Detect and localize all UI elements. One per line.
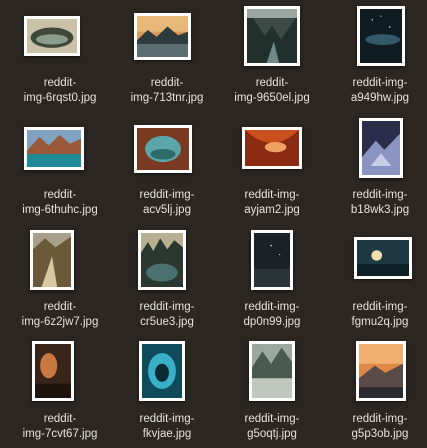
image-thumbnail [356, 341, 406, 401]
file-name-line1: reddit-img- [352, 77, 408, 89]
image-thumbnail [242, 127, 302, 169]
file-name-line2: ayjam2.jpg [244, 204, 300, 216]
image-thumbnail [134, 125, 192, 173]
file-item[interactable]: reddit- img-713tnr.jpg [117, 4, 217, 116]
file-name-line1: reddit- [43, 189, 77, 201]
file-item[interactable]: reddit- img-9650el.jpg [222, 4, 322, 116]
file-name-line1: reddit-img- [139, 413, 195, 425]
file-name-line1: reddit- [255, 77, 289, 89]
file-item[interactable]: reddit-img- fgmu2q.jpg [330, 226, 427, 338]
file-name-line1: reddit- [43, 301, 77, 313]
file-name-line2: a949hw.jpg [350, 92, 410, 104]
image-thumbnail [357, 6, 405, 66]
file-item[interactable]: reddit- img-6thuhc.jpg [10, 116, 110, 228]
file-item[interactable]: reddit- img-7cvt67.jpg [10, 338, 110, 448]
file-name-line2: img-9650el.jpg [234, 92, 310, 104]
image-thumbnail [359, 118, 403, 178]
file-name-line2: cr5ue3.jpg [140, 316, 194, 328]
image-thumbnail [30, 230, 74, 290]
file-name-line1: reddit- [150, 77, 184, 89]
image-thumbnail [354, 237, 412, 279]
image-thumbnail [32, 341, 74, 401]
file-name-line1: reddit-img- [352, 189, 408, 201]
file-name-line2: img-713tnr.jpg [130, 92, 204, 104]
file-name-line1: reddit-img- [352, 301, 408, 313]
file-name-line2: img-7cvt67.jpg [22, 428, 98, 440]
file-name-line2: b18wk3.jpg [350, 204, 410, 216]
image-thumbnail [138, 230, 186, 290]
file-item[interactable]: reddit-img- dp0n99.jpg [222, 226, 322, 338]
file-name-line1: reddit- [43, 413, 77, 425]
file-item[interactable]: reddit-img- g5oqtj.jpg [222, 338, 322, 448]
file-name-line2: dp0n99.jpg [243, 316, 301, 328]
image-thumbnail [244, 6, 300, 66]
file-name-line1: reddit-img- [139, 189, 195, 201]
file-name-line1: reddit-img- [139, 301, 195, 313]
file-icon-grid: reddit- img-6rqst0.jpg reddit- img-713tn… [0, 0, 427, 448]
file-name-line2: fkvjae.jpg [142, 428, 192, 440]
file-name-line1: reddit-img- [244, 301, 300, 313]
file-item[interactable]: reddit-img- acv5lj.jpg [117, 116, 217, 228]
file-item[interactable]: reddit-img- a949hw.jpg [330, 4, 427, 116]
file-item[interactable]: reddit-img- fkvjae.jpg [117, 338, 217, 448]
file-item[interactable]: reddit-img- g5p3ob.jpg [330, 338, 427, 448]
image-thumbnail [24, 127, 84, 170]
file-name-line2: g5oqtj.jpg [247, 428, 297, 440]
image-thumbnail [139, 341, 185, 401]
file-name-line2: img-6thuhc.jpg [22, 204, 98, 216]
file-name-line2: fgmu2q.jpg [351, 316, 409, 328]
file-item[interactable]: reddit-img- b18wk3.jpg [330, 116, 427, 228]
file-name-line2: img-6rqst0.jpg [23, 92, 97, 104]
file-name-line1: reddit- [43, 77, 77, 89]
file-name-line2: img-6z2jw7.jpg [21, 316, 99, 328]
file-name-line2: g5p3ob.jpg [351, 428, 409, 440]
file-name-line1: reddit-img- [352, 413, 408, 425]
image-thumbnail [251, 230, 293, 290]
file-item[interactable]: reddit- img-6rqst0.jpg [10, 4, 110, 116]
file-name-line1: reddit-img- [244, 413, 300, 425]
file-name-line2: acv5lj.jpg [143, 204, 191, 216]
file-item[interactable]: reddit-img- ayjam2.jpg [222, 116, 322, 228]
file-item[interactable]: reddit-img- cr5ue3.jpg [117, 226, 217, 338]
file-item[interactable]: reddit- img-6z2jw7.jpg [10, 226, 110, 338]
image-thumbnail [134, 13, 191, 60]
file-name-line1: reddit-img- [244, 189, 300, 201]
image-thumbnail [249, 341, 295, 401]
image-thumbnail [24, 16, 80, 56]
